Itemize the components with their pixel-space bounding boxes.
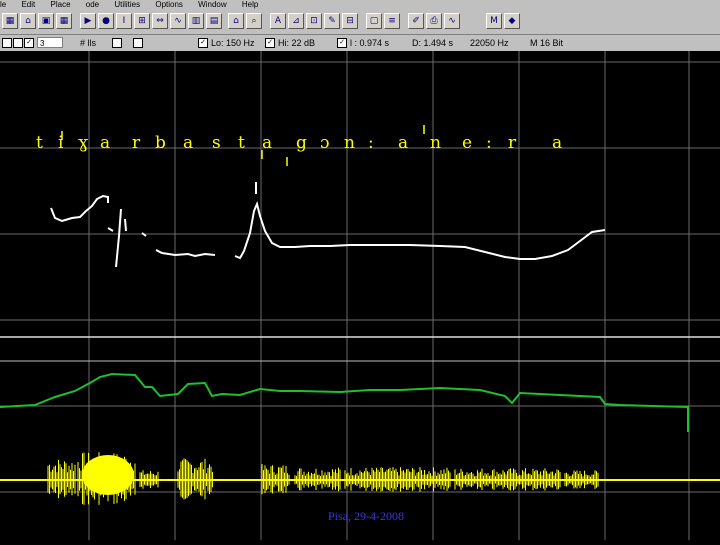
waveform-burst-peak [82, 455, 134, 495]
checkbox-1[interactable] [2, 38, 12, 48]
ipa-segment-8: t [238, 133, 245, 153]
pen-icon[interactable]: ✐ [408, 13, 424, 29]
save-icon[interactable]: ▣ [38, 13, 54, 29]
pitch-contour-1 [107, 227, 114, 232]
menu-mode[interactable]: ode [86, 0, 99, 9]
checkbox-2[interactable] [13, 38, 23, 48]
ipa-segment-13: : [368, 133, 374, 153]
grid-icon[interactable]: ▦ [56, 13, 72, 29]
pitch-contour-2 [115, 208, 122, 268]
ipa-segment-10: g [296, 133, 307, 153]
lo-checkbox[interactable]: ✓ [198, 38, 208, 48]
text-icon[interactable]: A [270, 13, 286, 29]
checkbox-4[interactable] [112, 38, 122, 48]
menu-window[interactable]: Window [198, 0, 226, 9]
ipa-segment-17: : [486, 133, 492, 153]
ipa-segment-2: ɣ [78, 133, 88, 153]
cursor-icon[interactable]: I [116, 13, 132, 29]
checkbox-5[interactable] [133, 38, 143, 48]
ipa-segment-4: r [132, 133, 141, 153]
units-label: # lls [80, 38, 97, 48]
plot-canvas: tiɣarbastagɔn:ane:ra [0, 51, 720, 540]
pitch-contour-5 [155, 249, 216, 258]
ipa-segment-3: a [100, 133, 110, 153]
copy-icon[interactable]: ▢ [366, 13, 382, 29]
status-bar: ✓ 3 # lls ✓ Lo: 150 Hz ✓ Hi: 22 dB ✓ l :… [0, 35, 720, 51]
hi-label: Hi: 22 dB [278, 38, 316, 48]
printer-icon[interactable]: ⎙ [426, 13, 442, 29]
pitch-icon[interactable]: ∿ [170, 13, 186, 29]
lo-label: Lo: 150 Hz [211, 38, 255, 48]
pitch-contour-0 [50, 194, 109, 223]
search-icon[interactable]: ⌕ [246, 13, 262, 29]
pitch-contour-6 [234, 200, 606, 260]
split-icon[interactable]: ▦ [2, 13, 18, 29]
ipa-segment-6: a [183, 133, 193, 153]
duration: D: 1.494 s [412, 38, 454, 48]
menu-place[interactable]: Place [51, 0, 71, 9]
chart-icon[interactable]: ▤ [206, 13, 222, 29]
menu-help[interactable]: Help [242, 0, 258, 9]
record-icon[interactable]: ● [98, 13, 114, 29]
ipa-segment-1: i [58, 133, 64, 153]
intensity-contour [0, 372, 689, 432]
ipa-segment-15: n [430, 133, 441, 153]
edit-icon[interactable]: ✎ [324, 13, 340, 29]
hat-icon[interactable]: ⌂ [228, 13, 244, 29]
hi-checkbox[interactable]: ✓ [265, 38, 275, 48]
pitch-contour-3 [124, 218, 127, 232]
menu-edit[interactable]: Edit [21, 0, 35, 9]
slider-icon[interactable]: ⊟ [342, 13, 358, 29]
ipa-segment-14: a [398, 133, 408, 153]
zoom-icon[interactable]: ⊞ [134, 13, 150, 29]
ipa-segment-5: b [155, 133, 166, 153]
ipa-segment-7: s [212, 133, 221, 153]
menu-file[interactable]: le [0, 0, 6, 9]
analysis-plot[interactable]: tiɣarbastagɔn:ane:ra [0, 51, 720, 540]
menu-options[interactable]: Options [155, 0, 183, 9]
list-icon[interactable]: ≡ [384, 13, 400, 29]
ipa-segment-9: a [262, 133, 272, 153]
level-icon[interactable]: ⊿ [288, 13, 304, 29]
toolbar: ▦ ⌂ ▣ ▦ ▶ ● I ⊞ ⇔ ∿ ▥ ▤ ⌂ ⌕ A ⊿ ⊡ ✎ ⊟ ▢ ≡ ✐ ⎙ ∿ M ◆ [0, 10, 720, 35]
ipa-segment-11: ɔ [320, 133, 330, 153]
bit-depth: M 16 Bit [530, 38, 564, 48]
wave-icon[interactable]: ∿ [444, 13, 460, 29]
footer-caption: Pisa, 29-4-2008 [328, 509, 404, 523]
menu-utilities[interactable]: Utilities [114, 0, 140, 9]
ipa-segment-18: r [508, 133, 517, 153]
ipa-segment-0: t [36, 133, 43, 153]
play-icon[interactable]: ▶ [80, 13, 96, 29]
bars-icon[interactable]: ▥ [188, 13, 204, 29]
menu-bar: le Edit Place ode Utilities Options Wind… [0, 0, 720, 10]
spectrum-icon[interactable]: M [486, 13, 502, 29]
select-icon[interactable]: ⇔ [152, 13, 168, 29]
pitch-contour-4 [141, 232, 147, 237]
time-checkbox[interactable]: ✓ [337, 38, 347, 48]
open-icon[interactable]: ⌂ [20, 13, 36, 29]
mark-icon[interactable]: ⊡ [306, 13, 322, 29]
ipa-segment-12: n [344, 133, 355, 153]
ipa-segment-16: e [462, 133, 472, 153]
checkbox-3[interactable]: ✓ [24, 38, 34, 48]
count-field[interactable]: 3 [37, 37, 63, 48]
start-time: l : 0.974 s [350, 38, 390, 48]
ipa-segment-19: a [552, 133, 562, 153]
color-icon[interactable]: ◆ [504, 13, 520, 29]
sample-rate: 22050 Hz [470, 38, 509, 48]
